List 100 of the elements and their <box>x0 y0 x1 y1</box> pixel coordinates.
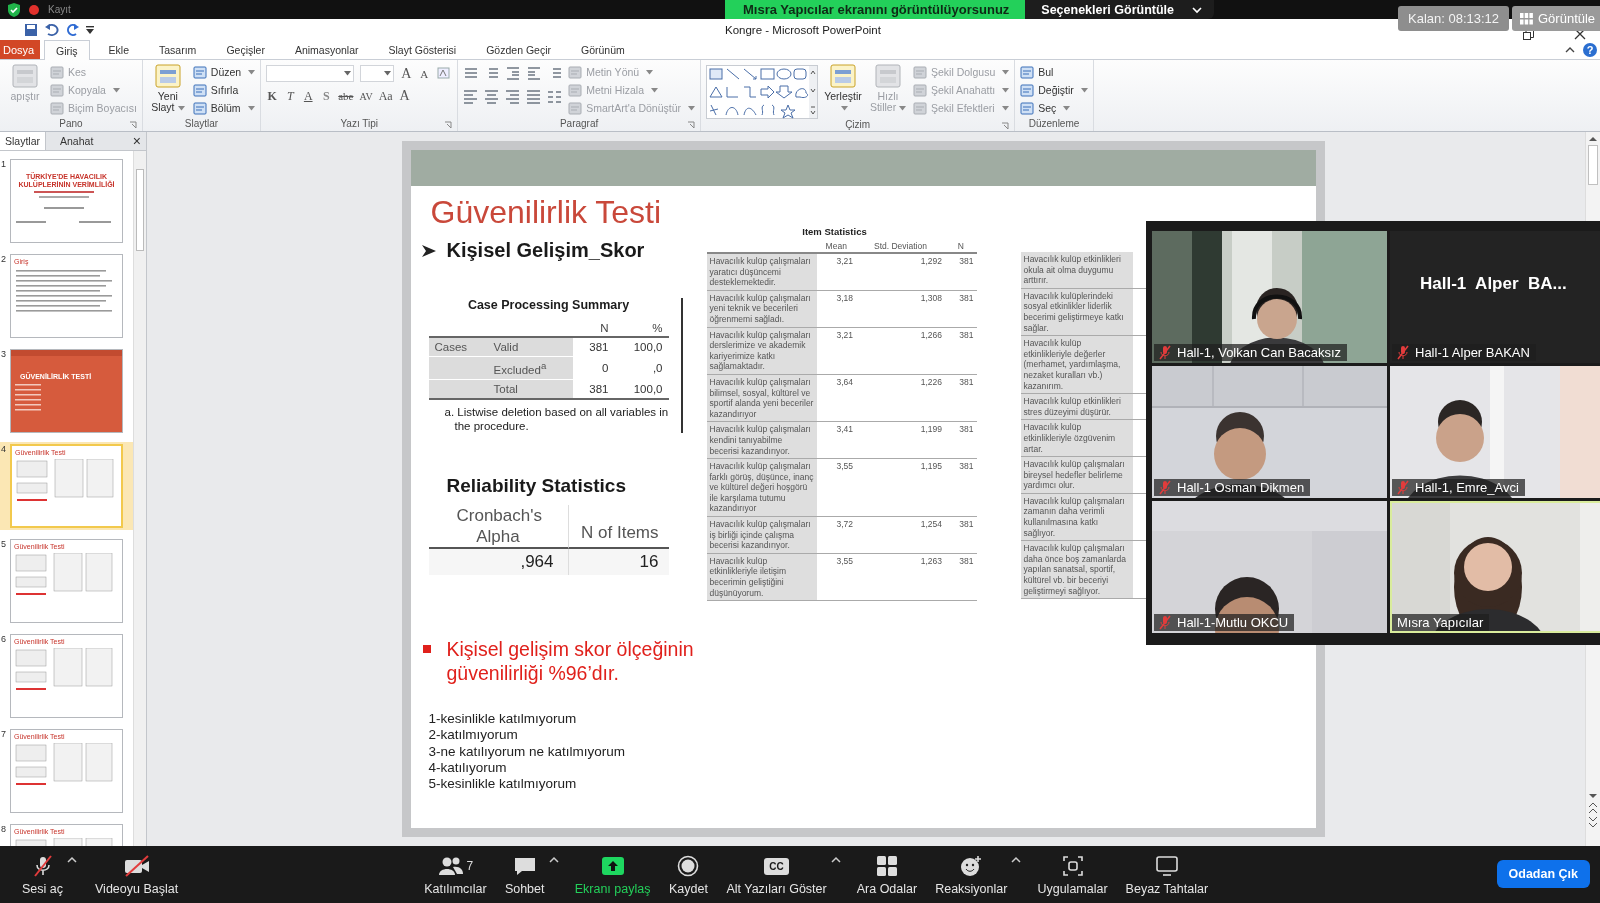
toolbar-button[interactable]: Ekranı paylaş <box>566 846 659 896</box>
ribbon-button[interactable]: Bul <box>1020 63 1088 81</box>
view-options-button[interactable]: Seçenekleri Görüntüle <box>1025 0 1214 19</box>
ribbon-tab[interactable]: Ekle <box>97 40 141 59</box>
caret-icon[interactable] <box>1011 856 1022 863</box>
toolbar-button[interactable]: 7 Katılımcılar <box>416 846 495 896</box>
dialog-launcher-icon[interactable] <box>444 121 453 129</box>
toolbar-button[interactable]: Ara Odalar <box>848 846 926 896</box>
participant-name: Hall-1 Osman Dikmen <box>1177 480 1305 495</box>
previous-slide-icon[interactable] <box>1588 802 1598 814</box>
bullet-list-icon[interactable] <box>463 66 480 81</box>
customize-icon[interactable] <box>86 24 94 35</box>
caret-icon[interactable] <box>548 856 559 863</box>
toolbar-button[interactable]: Kaydet <box>660 846 717 896</box>
shape-gallery-drawing[interactable] <box>706 65 818 119</box>
ribbon-button[interactable]: Düzen <box>192 63 256 81</box>
format-button[interactable]: A <box>302 88 315 104</box>
ribbon-tab[interactable]: Gözden Geçir <box>475 40 562 59</box>
align-center-icon[interactable] <box>484 89 501 105</box>
close-icon[interactable] <box>1574 28 1586 40</box>
ribbon-button[interactable]: Bölüm <box>192 99 256 117</box>
scroll-thumb[interactable] <box>1588 145 1598 185</box>
toolbar-button[interactable]: Beyaz Tahtalar <box>1117 846 1217 896</box>
table-cell: 381 <box>944 327 977 375</box>
tool-icon <box>10 63 40 91</box>
restore-icon[interactable] <box>1523 30 1534 40</box>
slide-title: Güvenilirlik Testi <box>430 194 663 231</box>
tool-icon <box>873 63 903 91</box>
ribbon-tab[interactable]: Slayt Gösterisi <box>377 40 468 59</box>
toolbar-button[interactable]: Sohbet <box>496 846 553 896</box>
format-button[interactable]: AV <box>359 90 373 102</box>
shield-icon[interactable] <box>6 1 22 18</box>
redo-icon[interactable] <box>66 22 80 37</box>
file-tab[interactable]: Dosya <box>0 40 40 59</box>
share-screen-icon <box>600 854 625 878</box>
table-cell: Havacılık kulüp etkinlikleriyle değerler (merhamet, yardımlaşma, nezaket kuralları vb.) kazanırım. <box>1020 335 1133 394</box>
square-bullet-icon <box>422 645 431 654</box>
dialog-launcher-icon[interactable] <box>687 121 695 129</box>
scroll-down-icon[interactable] <box>1588 792 1598 800</box>
participant-name: Hall-1-Mutlu OKCU <box>1177 615 1289 630</box>
dialog-launcher-icon[interactable] <box>128 121 137 129</box>
font-size-field[interactable] <box>360 65 395 82</box>
increase-indent-icon[interactable] <box>526 66 543 81</box>
caret-icon <box>344 71 352 76</box>
decrease-indent-icon[interactable] <box>505 66 522 81</box>
tool-icon <box>568 65 583 79</box>
close-panel-button[interactable]: × <box>132 132 146 150</box>
ribbon-button[interactable]: Seç <box>1020 99 1088 117</box>
caret-icon[interactable] <box>830 856 841 863</box>
panel-tab[interactable]: Anahat <box>46 132 108 150</box>
ribbon-button[interactable]: Yerleştir <box>823 63 863 119</box>
align-right-icon[interactable] <box>505 89 522 105</box>
ribbon-tab[interactable]: Tasarım <box>148 40 208 59</box>
ribbon-tab[interactable]: Görünüm <box>570 40 636 59</box>
dialog-launcher-icon[interactable] <box>1001 122 1010 130</box>
slide-number: 1 <box>1 159 7 171</box>
ribbon-tab[interactable]: Geçişler <box>215 40 276 59</box>
format-button[interactable]: Aa <box>378 88 393 104</box>
participant-name: Hall-1, Volkan Can Bacaksız <box>1177 345 1342 360</box>
save-icon[interactable] <box>24 22 38 37</box>
scrollbar[interactable] <box>133 151 146 846</box>
scroll-up-icon[interactable] <box>1588 135 1598 143</box>
format-button[interactable]: A <box>398 88 411 104</box>
table-cell: 1,308 <box>856 290 945 328</box>
ribbon-button[interactable]: Sıfırla <box>192 81 256 99</box>
panel-tab[interactable]: Slaytlar <box>0 132 46 150</box>
font-size-button[interactable]: A <box>418 67 431 80</box>
toolbar-button[interactable]: Sesi aç <box>14 846 71 896</box>
font-name-field[interactable] <box>266 65 355 82</box>
row-group-label: Cases <box>434 341 468 353</box>
ribbon-button[interactable]: Değiştir <box>1020 81 1088 99</box>
next-slide-icon[interactable] <box>1588 816 1598 828</box>
participant-name: Hall-1 Alper BA... <box>1420 274 1567 294</box>
toolbar-button[interactable]: CC Alt Yazıları Göster <box>718 846 835 896</box>
format-button[interactable]: abe <box>338 90 354 102</box>
ribbon-tab[interactable]: Giriş <box>44 40 90 60</box>
toolbar-button[interactable]: Reaksiyonlar <box>927 846 1016 896</box>
table-cell: 381 <box>944 253 977 291</box>
table-cell: 3,55 <box>816 553 856 601</box>
font-size-button[interactable]: A <box>400 65 413 82</box>
format-button[interactable]: K <box>266 88 279 104</box>
ribbon-tab[interactable]: Animasyonlar <box>283 40 370 59</box>
caret-icon[interactable] <box>67 856 77 863</box>
table-cell: 381 <box>573 379 615 399</box>
whiteboard-icon <box>1154 854 1179 878</box>
columns-icon[interactable] <box>547 89 564 105</box>
collapse-ribbon-icon[interactable] <box>1565 46 1575 53</box>
help-button[interactable]: ? <box>1583 42 1597 57</box>
tool-icon <box>152 63 183 91</box>
toolbar-button[interactable]: Uygulamalar <box>1029 846 1116 896</box>
tool-icon <box>192 101 207 115</box>
ribbon-button[interactable]: Yeni Slayt <box>147 63 188 118</box>
align-left-icon[interactable] <box>463 89 480 105</box>
clear-formatting-icon[interactable] <box>436 66 453 81</box>
format-button[interactable]: T <box>284 88 297 104</box>
table-cell: 1,266 <box>856 327 945 375</box>
undo-icon[interactable] <box>44 22 60 37</box>
justify-icon[interactable] <box>526 89 543 105</box>
leave-button[interactable]: Odadan Çık <box>1496 860 1590 888</box>
toolbar-button[interactable]: Videoyu Başlat <box>87 846 187 896</box>
